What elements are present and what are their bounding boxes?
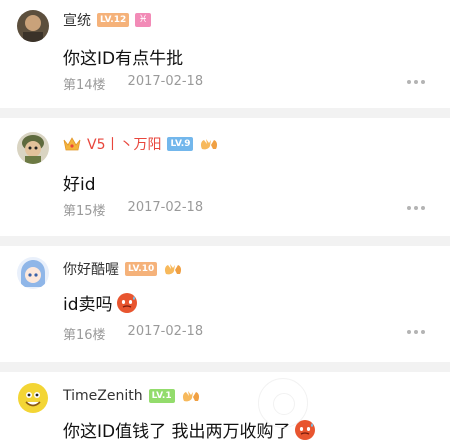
comment-header: TimeZenith LV.1 (63, 387, 201, 405)
user-avatar[interactable] (17, 10, 49, 42)
username[interactable]: V5丨丶万阳 (87, 134, 161, 154)
comment-item: TimeZenith LV.1 你这ID值钱了 我出两万收购了 (0, 372, 450, 444)
comment-meta: 第16楼 2017-02-18 (63, 324, 203, 343)
username[interactable]: TimeZenith (63, 388, 143, 404)
comment-date: 2017-02-18 (127, 324, 204, 339)
watermark-logo (258, 378, 308, 428)
user-avatar[interactable] (17, 257, 49, 289)
comment-text: 你这ID有点牛批 (63, 49, 184, 69)
zodiac-pisces-icon: ♓ (135, 13, 152, 27)
clap-hands-icon (182, 391, 199, 402)
comment-header: V5丨丶万阳 LV.9 (63, 135, 219, 153)
username[interactable]: 宣统 (63, 10, 91, 30)
comment-date: 2017-02-18 (127, 74, 204, 89)
more-options-icon[interactable] (407, 206, 429, 212)
user-avatar[interactable] (17, 382, 49, 414)
comment-meta: 第14楼 2017-02-18 (63, 74, 203, 93)
comment-item: 你好酷喔 LV.10 id卖吗 第16楼 2017-02-18 (0, 246, 450, 354)
sweat-emoji-icon (116, 292, 137, 313)
comment-divider (0, 236, 450, 246)
comment-divider (0, 362, 450, 372)
clap-hands-icon (165, 264, 182, 275)
more-options-icon[interactable] (407, 330, 429, 336)
comment-header: 宣统 LV.12 ♓ (63, 10, 152, 30)
more-options-icon[interactable] (407, 80, 429, 86)
floor-number: 第16楼 (63, 328, 106, 343)
clap-hands-icon (201, 139, 218, 150)
comment-meta: 第15楼 2017-02-18 (63, 200, 203, 219)
floor-number: 第14楼 (63, 78, 106, 93)
username[interactable]: 你好酷喔 (63, 259, 119, 279)
comment-divider (0, 108, 450, 118)
crown-icon (63, 137, 81, 151)
level-badge: LV.12 (97, 13, 130, 27)
floor-number: 第15楼 (63, 204, 106, 219)
comment-item: V5丨丶万阳 LV.9 好id 第15楼 2017-02-18 (0, 118, 450, 226)
level-badge: LV.1 (148, 389, 175, 403)
comment-date: 2017-02-18 (127, 200, 204, 215)
level-badge: LV.10 (125, 262, 158, 276)
comment-text: 好id (63, 175, 96, 195)
level-badge: LV.9 (167, 137, 194, 151)
comment-item: 宣统 LV.12 ♓ 你这ID有点牛批 第14楼 2017-02-18 (0, 0, 450, 108)
user-avatar[interactable] (17, 132, 49, 164)
comment-header: 你好酷喔 LV.10 (63, 260, 183, 278)
comment-text: id卖吗 (63, 290, 138, 315)
